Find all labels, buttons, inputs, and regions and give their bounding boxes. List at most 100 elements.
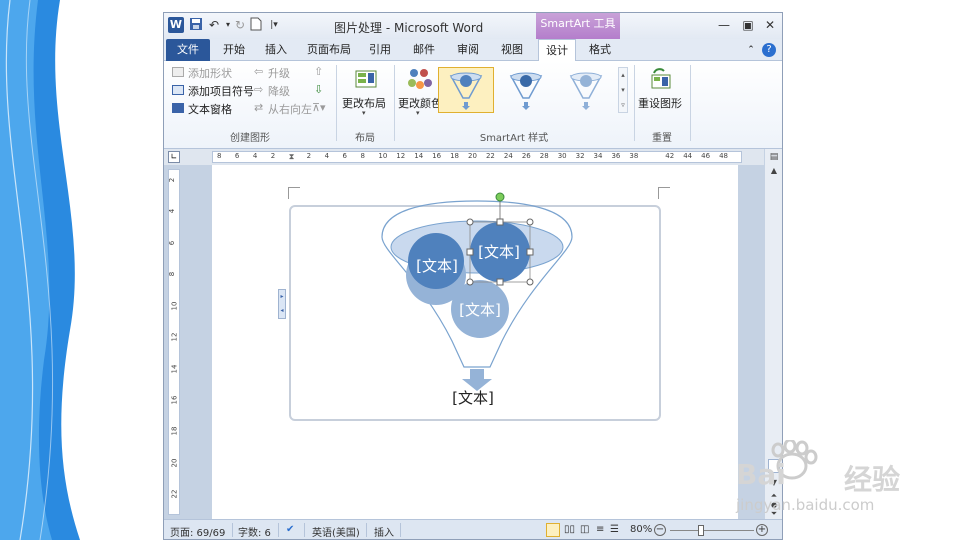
new-doc-icon[interactable] [248,17,264,33]
save-icon[interactable] [188,17,204,33]
zoom-slider-thumb[interactable] [698,525,704,536]
close-icon[interactable]: ✕ [760,17,780,33]
resize-handle[interactable] [526,278,534,286]
rotate-handle[interactable] [495,192,505,202]
ruler-tick: 10 [378,152,388,160]
vruler-tick: 14 [170,364,179,374]
zoom-in-icon[interactable]: + [756,524,768,536]
ruler-tick: 48 [719,152,728,160]
style-gallery-item-1[interactable] [438,67,494,113]
word-logo-icon: W [168,17,184,33]
document-page[interactable]: ▸ ◂ [文本] [文本] [文本] [文本] [212,165,738,519]
reading-layout-icon[interactable]: ▯▯ [564,524,575,535]
ruler-tick: 16 [432,152,442,160]
circle-text-right[interactable]: [文本] [474,241,524,262]
proofing-icon[interactable]: ✔ [286,524,294,535]
ruler-tick: 36 [611,152,621,160]
tab-design[interactable]: 设计 [538,39,576,62]
tab-references[interactable]: 引用 [362,39,398,61]
tab-view[interactable]: 视图 [494,39,530,61]
vruler-tick: 8 [168,272,177,277]
resize-handle[interactable] [496,278,504,286]
tab-home[interactable]: 开始 [216,39,252,61]
redo-icon[interactable]: ↻ [232,17,248,33]
tab-selector-icon[interactable]: ∟ [168,151,180,163]
tab-insert[interactable]: 插入 [258,39,294,61]
style-gallery-item-3[interactable] [558,67,614,113]
outline-icon[interactable]: ≡ [596,524,604,535]
maximize-icon[interactable]: ▣ [738,17,758,33]
ribbon-tabs: 文件 开始 插入 页面布局 引用 邮件 审阅 视图 设计 格式 ⌃ ? [164,39,782,62]
promote-icon: ⇦ [254,65,264,78]
layout-org-icon[interactable]: ⊼▾ [312,101,326,114]
title-bar: W ↶ ▾ ↻ |▾ 图片处理 - Microsoft Word SmartAr… [164,13,782,40]
ruler-tick: 28 [539,152,549,160]
ruler-tick: 6 [234,152,240,160]
ruler-tick: 20 [468,152,477,160]
ruler-tick: 12 [396,152,406,160]
baidu-watermark: Bai 经验 jingyan.baidu.com [736,440,936,520]
margin-mark [288,187,300,188]
scroll-up-icon[interactable]: ▲ [767,165,781,177]
group-label-styles: SmartArt 样式 [479,133,549,144]
style-gallery-item-2[interactable] [498,67,554,113]
zoom-out-icon[interactable]: − [654,524,666,536]
status-mode[interactable]: 插入 [374,524,394,539]
vertical-ruler[interactable]: 2 4 6 8 10 12 14 16 18 20 22 [168,169,180,515]
customize-toolbar-icon[interactable]: |▾ [266,17,282,33]
circle-text-bottom[interactable]: [文本] [455,299,505,320]
status-language[interactable]: 英语(美国) [312,524,360,539]
minimize-icon[interactable]: — [714,17,734,33]
status-separator [366,523,367,537]
collapse-ribbon-icon[interactable]: ⌃ [744,39,758,61]
tab-page-layout[interactable]: 页面布局 [302,39,356,61]
vruler-tick: 12 [170,332,179,342]
gallery-scroll[interactable]: ▴ ▾ ▿ [618,67,628,113]
resize-handle[interactable] [526,248,534,256]
ruler-tick: 46 [701,152,711,160]
change-colors-button[interactable]: 更改颜色 ▾ [398,65,442,125]
ruler-tick: 8 [217,152,222,160]
text-pane-toggle[interactable]: ▸ ◂ [278,289,286,319]
resize-handle[interactable] [496,218,504,226]
ruler-toggle-icon[interactable]: ▤ [767,151,781,163]
reset-graphic-icon [651,68,671,89]
help-icon[interactable]: ? [762,43,776,57]
add-shape-icon [172,67,184,77]
tab-review[interactable]: 审阅 [450,39,486,61]
move-up-icon[interactable]: ⇧ [314,65,323,78]
resize-handle[interactable] [466,218,474,226]
zoom-slider-track[interactable] [670,530,754,531]
tab-format[interactable]: 格式 [582,39,618,61]
print-layout-icon[interactable] [546,523,560,537]
circle-text-left[interactable]: [文本] [412,255,462,276]
ruler-tick: 2 [270,152,276,160]
horizontal-ruler[interactable]: 8 6 4 2 2 4 6 8 10 12 14 16 18 20 22 24 26 28 30 32 34 36 38 42… [212,151,742,163]
resize-handle[interactable] [466,278,474,286]
status-page[interactable]: 页面: 69/69 [170,524,225,539]
ruler-tick: 4 [252,152,258,160]
margin-mark [658,187,659,199]
resize-handle[interactable] [526,218,534,226]
resize-handle[interactable] [466,248,474,256]
dropdown-arrow-icon: ▾ [416,109,420,117]
vruler-tick: 16 [170,395,179,405]
zoom-level[interactable]: 80% [630,524,652,535]
tab-file[interactable]: 文件 [166,39,210,61]
tab-mailings[interactable]: 邮件 [406,39,442,61]
web-layout-icon[interactable]: ◫ [580,524,589,535]
indent-marker-icon[interactable]: ⧗ [289,152,295,162]
status-words[interactable]: 字数: 6 [238,524,271,539]
change-layout-button[interactable]: 更改布局 ▾ [342,65,388,125]
ruler-tick: 6 [342,152,347,160]
text-pane-icon [172,103,184,113]
reset-graphic-button[interactable]: 重设图形 [638,65,684,125]
funnel-result-text[interactable]: [文本] [448,387,498,408]
word-window: W ↶ ▾ ↻ |▾ 图片处理 - Microsoft Word SmartAr… [163,12,783,540]
ruler-tick: 22 [485,152,495,160]
ruler-tick: 18 [450,152,460,160]
move-down-icon[interactable]: ⇩ [314,83,323,96]
ribbon: 添加形状 添加项目符号 文本窗格 ⇦ 升级 ⇨ 降级 ⇄ 从右向左 ⇧ ⇩ ⊼▾… [164,61,782,149]
vruler-tick: 22 [170,489,179,499]
draft-icon[interactable]: ☰ [610,524,619,535]
